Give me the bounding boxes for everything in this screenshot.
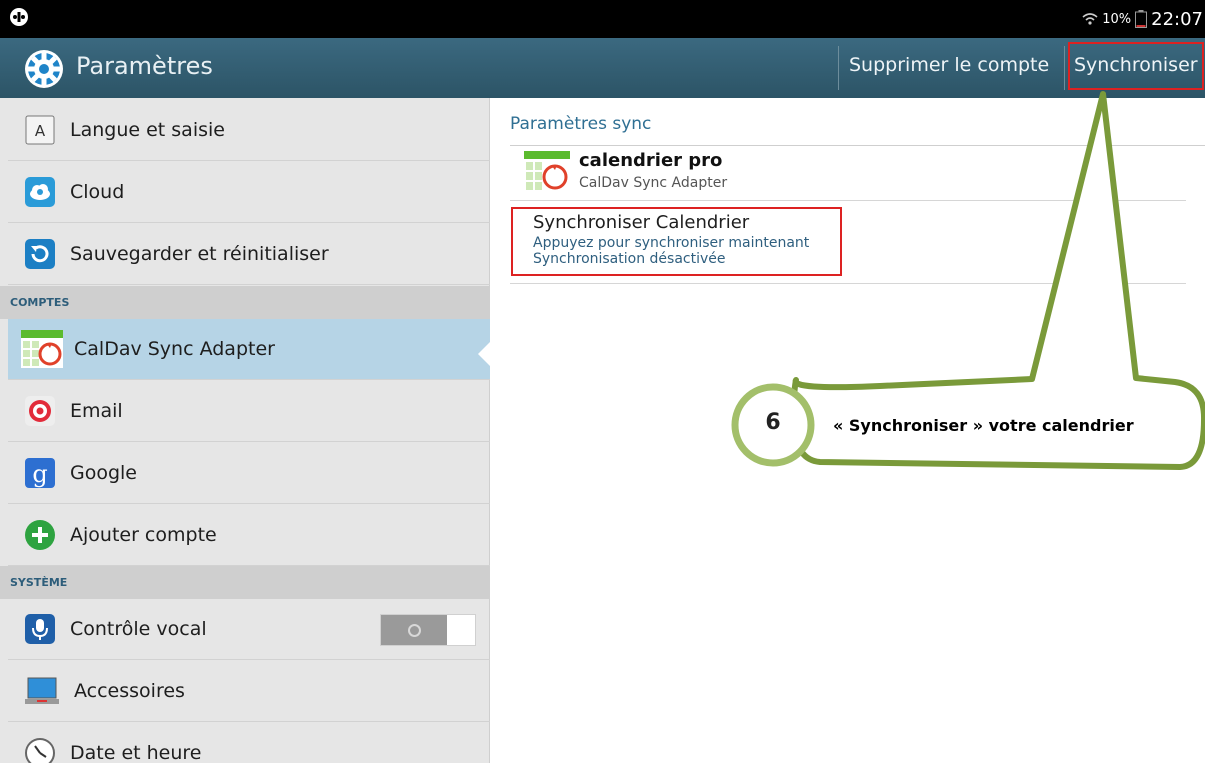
- sidebar-item-voice-control[interactable]: Contrôle vocal: [8, 599, 490, 660]
- keyboard-a-icon: A: [25, 115, 55, 145]
- status-bar: 10% 22:07: [0, 0, 1205, 38]
- sidebar-item-google[interactable]: g Google: [8, 443, 490, 504]
- clock-icon: [25, 738, 55, 763]
- section-header-system: SYSTÈME: [0, 566, 490, 599]
- cloud-icon: [25, 177, 55, 207]
- battery-percent: 10%: [1102, 11, 1132, 27]
- divider: [1064, 46, 1065, 90]
- sidebar-item-label: Google: [70, 462, 138, 484]
- sidebar-item-label: Email: [70, 400, 123, 422]
- step-number: 6: [765, 410, 781, 435]
- section-title: Paramètres sync: [510, 114, 652, 134]
- sidebar-item-cloud[interactable]: Cloud: [8, 162, 490, 223]
- toggle-off-knob: [381, 615, 447, 645]
- sidebar-item-backup[interactable]: Sauvegarder et réinitialiser: [8, 224, 490, 285]
- selection-pointer: [478, 340, 492, 368]
- microphone-icon: [25, 614, 55, 644]
- sidebar-item-accessories[interactable]: Accessoires: [8, 661, 490, 722]
- notification-icon: [10, 8, 28, 26]
- clock-time: 22:07: [1151, 8, 1203, 30]
- voice-control-toggle[interactable]: [380, 614, 476, 646]
- svg-text:g: g: [32, 460, 47, 488]
- delete-account-button[interactable]: Supprimer le compte: [849, 54, 1049, 76]
- sidebar-item-add-account[interactable]: Ajouter compte: [8, 505, 490, 566]
- sync-item-highlight: [511, 207, 842, 276]
- add-icon: [25, 520, 55, 550]
- account-name: calendrier pro: [579, 150, 723, 171]
- sidebar-item-label: Date et heure: [70, 742, 202, 763]
- divider: [510, 283, 1186, 284]
- settings-gear-icon[interactable]: [22, 47, 66, 91]
- wifi-icon: [1082, 13, 1098, 25]
- page-title: Paramètres: [76, 52, 213, 80]
- callout-text: « Synchroniser » votre calendrier: [833, 416, 1134, 435]
- divider: [510, 145, 1205, 146]
- sidebar-item-caldav[interactable]: CalDav Sync Adapter: [8, 319, 490, 380]
- calendar-sync-icon: [524, 151, 570, 193]
- sidebar-item-label: Accessoires: [74, 680, 185, 702]
- sidebar-item-label: Sauvegarder et réinitialiser: [70, 243, 329, 265]
- battery-icon: [1135, 10, 1148, 28]
- divider: [838, 46, 839, 90]
- action-bar: Paramètres Supprimer le compte Synchroni…: [0, 38, 1205, 98]
- sidebar-item-label: Contrôle vocal: [70, 618, 207, 640]
- account-type: CalDav Sync Adapter: [579, 175, 728, 191]
- settings-sidebar[interactable]: A Langue et saisie Cloud Sauvegarder et …: [0, 98, 490, 763]
- sidebar-item-date-time[interactable]: Date et heure: [8, 723, 490, 763]
- google-icon: g: [25, 458, 55, 488]
- sidebar-item-language[interactable]: A Langue et saisie: [8, 100, 490, 161]
- calendar-sync-icon: [21, 330, 63, 368]
- laptop-icon: [25, 677, 59, 704]
- backup-reset-icon: [25, 239, 55, 269]
- sidebar-item-label: CalDav Sync Adapter: [74, 338, 275, 360]
- sidebar-item-label: Langue et saisie: [70, 119, 225, 141]
- divider: [510, 200, 1186, 201]
- email-icon: [25, 396, 55, 426]
- sidebar-item-label: Ajouter compte: [70, 524, 217, 546]
- sidebar-item-email[interactable]: Email: [8, 381, 490, 442]
- sync-button-highlight: [1068, 42, 1204, 90]
- sidebar-item-label: Cloud: [70, 181, 125, 203]
- svg-text:A: A: [35, 122, 46, 140]
- section-header-accounts: COMPTES: [0, 286, 490, 319]
